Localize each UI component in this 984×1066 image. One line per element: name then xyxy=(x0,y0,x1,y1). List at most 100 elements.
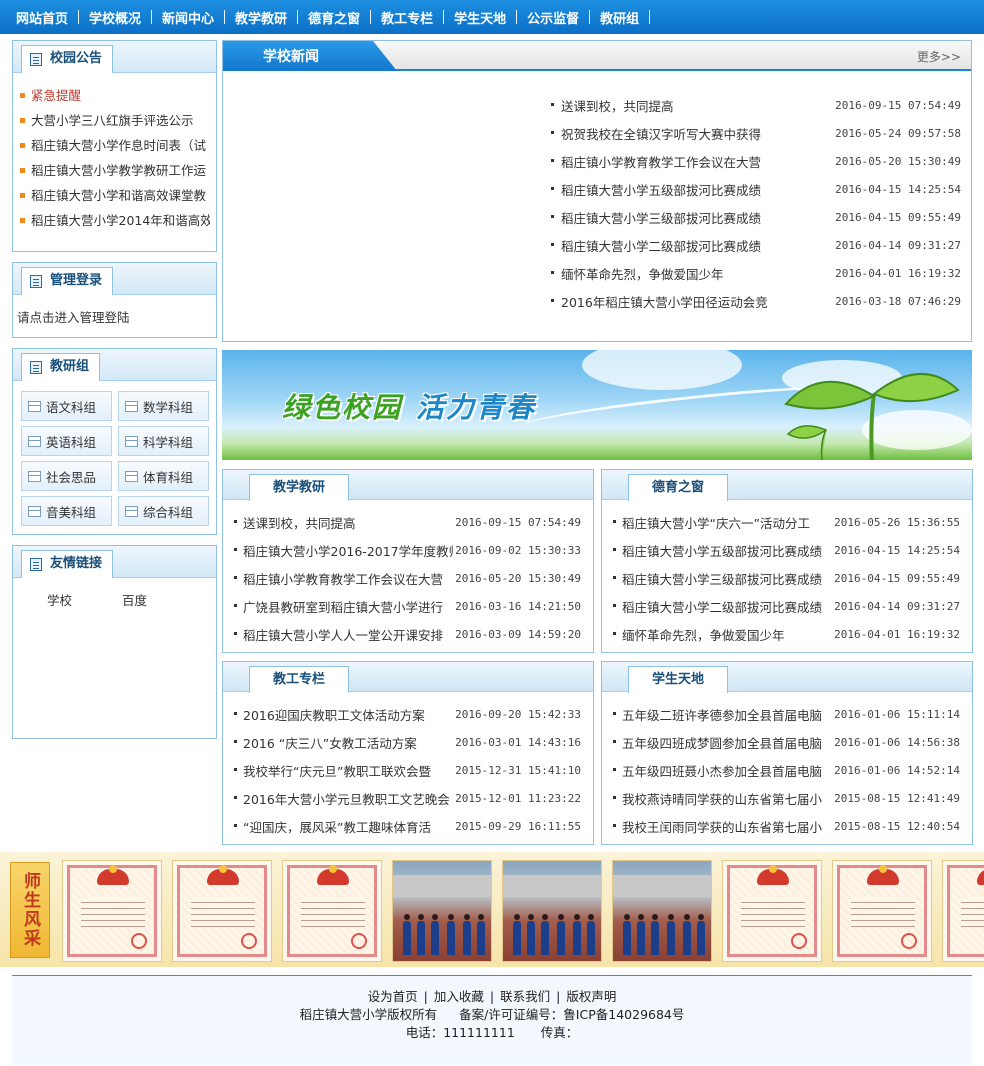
staff-item[interactable]: 2016年大营小学元旦教职工文艺晚会 2015-12-01 11:23:22 xyxy=(233,784,581,812)
nav-separator xyxy=(370,10,372,24)
footer-link[interactable]: 设为首页 xyxy=(368,989,418,1004)
notice-item[interactable]: 稻庄镇大营小学作息时间表（试 xyxy=(19,133,210,158)
folder-icon xyxy=(125,470,138,482)
school-news-title: 学校新闻 xyxy=(223,41,397,71)
moral-item[interactable]: 稻庄镇大营小学五级部拔河比赛成绩 2016-04-15 14:25:54 xyxy=(612,536,960,564)
moral-item[interactable]: 稻庄镇大营小学“庆六一”活动分工 2016-05-26 15:36:55 xyxy=(612,508,960,536)
staff-item[interactable]: “迎国庆，展风采”教工趣味体育活 2015-09-29 16:11:55 xyxy=(233,812,581,840)
footer-link[interactable]: 版权声明 xyxy=(566,989,616,1004)
friend-link[interactable]: 百度 xyxy=(122,590,147,738)
nav-separator xyxy=(649,10,651,24)
footer-link[interactable]: 联系我们 xyxy=(500,989,550,1004)
links-box: 友情链接 学校 百度 xyxy=(12,545,217,739)
nav-item[interactable]: 德育之窗 xyxy=(298,0,370,34)
teaching-item-date: 2016-09-02 15:30:33 xyxy=(455,543,581,557)
news-item[interactable]: 送课到校，共同提高 2016-09-15 07:54:49 xyxy=(549,91,961,119)
certificate-image[interactable] xyxy=(832,860,932,962)
notice-header: 校园公告 xyxy=(13,41,216,73)
staff-item[interactable]: 2016迎国庆教职工文体活动方案 2016-09-20 15:42:33 xyxy=(233,700,581,728)
photo-image[interactable] xyxy=(612,860,712,962)
news-item[interactable]: 祝贺我校在全镇汉字听写大赛中获得 2016-05-24 09:57:58 xyxy=(549,119,961,147)
banner-slogan: 绿色校园 活力青春 xyxy=(282,386,536,426)
notice-item[interactable]: 稻庄镇大营小学教学教研工作运 xyxy=(19,158,210,183)
certificate-image[interactable] xyxy=(722,860,822,962)
certificate-image[interactable] xyxy=(282,860,382,962)
moral-item[interactable]: 缅怀革命先烈，争做爱国少年 2016-04-01 16:19:32 xyxy=(612,620,960,648)
footer-separator: | xyxy=(556,989,561,1004)
students-item[interactable]: 五年级四班聂小杰参加全县首届电脑 2016-01-06 14:52:14 xyxy=(612,756,960,784)
moral-item-title: 缅怀革命先烈，争做爱国少年 xyxy=(612,625,785,644)
building-shape xyxy=(393,875,491,897)
nav-item[interactable]: 教研组 xyxy=(590,0,649,34)
staff-item-date: 2016-03-01 14:43:16 xyxy=(455,735,581,749)
subject-button[interactable]: 数学科组 xyxy=(118,391,209,421)
moral-item[interactable]: 稻庄镇大营小学三级部拔河比赛成绩 2016-04-15 09:55:49 xyxy=(612,564,960,592)
moral-header: 德育之窗 xyxy=(602,470,972,501)
login-link[interactable]: 请点击进入管理登陆 xyxy=(13,295,216,337)
news-item[interactable]: 2016年稻庄镇大营小学田径运动会竞 2016-03-18 07:46:29 xyxy=(549,287,961,315)
staff-item[interactable]: 2016 “庆三八”女教工活动方案 2016-03-01 14:43:16 xyxy=(233,728,581,756)
news-item[interactable]: 稻庄镇大营小学三级部拔河比赛成绩 2016-04-15 09:55:49 xyxy=(549,203,961,231)
news-item-date: 2016-09-15 07:54:49 xyxy=(835,98,961,112)
certificate-text-lines xyxy=(81,897,145,927)
notice-item[interactable]: 稻庄镇大营小学2014年和谐高效 xyxy=(19,208,210,233)
photo-image[interactable] xyxy=(502,860,602,962)
subject-button[interactable]: 综合科组 xyxy=(118,496,209,526)
more-link[interactable]: 更多>> xyxy=(917,48,961,65)
subject-button[interactable]: 语文科组 xyxy=(21,391,112,421)
nav-item[interactable]: 教学教研 xyxy=(225,0,297,34)
gallery: 师生风采 xyxy=(0,852,984,967)
students-item[interactable]: 五年级四班成梦圆参加全县首届电脑 2016-01-06 14:56:38 xyxy=(612,728,960,756)
news-item[interactable]: 稻庄镇大营小学五级部拔河比赛成绩 2016-04-15 14:25:54 xyxy=(549,175,961,203)
subject-button[interactable]: 音美科组 xyxy=(21,496,112,526)
subject-button[interactable]: 科学科组 xyxy=(118,426,209,456)
photo-image[interactable] xyxy=(392,860,492,962)
person-figure xyxy=(667,914,675,955)
friend-link[interactable]: 学校 xyxy=(47,590,72,738)
students-item[interactable]: 我校燕诗晴同学获的山东省第七届小 2015-08-15 12:41:49 xyxy=(612,784,960,812)
certificate-text-lines xyxy=(741,897,805,927)
moral-item[interactable]: 稻庄镇大营小学二级部拔河比赛成绩 2016-04-14 09:31:27 xyxy=(612,592,960,620)
news-item[interactable]: 稻庄镇大营小学二级部拔河比赛成绩 2016-04-14 09:31:27 xyxy=(549,231,961,259)
subject-button[interactable]: 社会思品 xyxy=(21,461,112,491)
students-item[interactable]: 五年级二班许孝德参加全县首届电脑 2016-01-06 15:11:14 xyxy=(612,700,960,728)
notice-item[interactable]: 稻庄镇大营小学和谐高效课堂教 xyxy=(19,183,210,208)
nav-item[interactable]: 网站首页 xyxy=(6,0,78,34)
nav-item[interactable]: 公示监督 xyxy=(517,0,589,34)
subject-label: 社会思品 xyxy=(46,469,97,485)
seal-icon xyxy=(241,933,257,949)
certificate-image[interactable] xyxy=(942,860,984,962)
teaching-item[interactable]: 稻庄镇小学教育教学工作会议在大营 2016-05-20 15:30:49 xyxy=(233,564,581,592)
subject-button[interactable]: 英语科组 xyxy=(21,426,112,456)
certificate-image[interactable] xyxy=(172,860,272,962)
subject-label: 音美科组 xyxy=(46,504,97,520)
nav-separator xyxy=(589,10,591,24)
teaching-item[interactable]: 送课到校，共同提高 2016-09-15 07:54:49 xyxy=(233,508,581,536)
teaching-item[interactable]: 广饶县教研室到稻庄镇大营小学进行 2016-03-16 14:21:50 xyxy=(233,592,581,620)
notice-item[interactable]: 大营小学三八红旗手评选公示 xyxy=(19,108,210,133)
students-item[interactable]: 我校王闰雨同学获的山东省第七届小 2015-08-15 12:40:54 xyxy=(612,812,960,840)
moral-item-date: 2016-04-15 09:55:49 xyxy=(834,571,960,585)
nav-item[interactable]: 教工专栏 xyxy=(371,0,443,34)
certificate-text-lines xyxy=(191,897,255,927)
teaching-item[interactable]: 稻庄镇大营小学人人一堂公开课安排 2016-03-09 14:59:20 xyxy=(233,620,581,648)
document-icon xyxy=(30,275,42,288)
nav-item[interactable]: 新闻中心 xyxy=(152,0,224,34)
teaching-item[interactable]: 稻庄镇大营小学2016-2017学年度教师 2016-09-02 15:30:33 xyxy=(233,536,581,564)
building-shape xyxy=(503,875,601,897)
certificate-image[interactable] xyxy=(62,860,162,962)
news-item[interactable]: 稻庄镇小学教育教学工作会议在大营 2016-05-20 15:30:49 xyxy=(549,147,961,175)
teaching-item-title: 送课到校，共同提高 xyxy=(233,513,356,532)
news-item-date: 2016-04-01 16:19:32 xyxy=(835,266,961,280)
nav-item[interactable]: 学校概况 xyxy=(79,0,151,34)
footer-link[interactable]: 加入收藏 xyxy=(434,989,484,1004)
news-item[interactable]: 缅怀革命先烈，争做爱国少年 2016-04-01 16:19:32 xyxy=(549,259,961,287)
subject-button[interactable]: 体育科组 xyxy=(118,461,209,491)
sprout-icon xyxy=(784,372,960,460)
students-item-title: 五年级四班成梦圆参加全县首届电脑 xyxy=(612,733,822,752)
staff-item[interactable]: 我校举行“庆元旦”教职工联欢会暨 2015-12-31 15:41:10 xyxy=(233,756,581,784)
news-item-title: 稻庄镇大营小学五级部拔河比赛成绩 xyxy=(549,180,761,199)
notice-item[interactable]: 紧急提醒 xyxy=(19,83,210,108)
login-title: 管理登录 xyxy=(50,273,103,288)
nav-item[interactable]: 学生天地 xyxy=(444,0,516,34)
